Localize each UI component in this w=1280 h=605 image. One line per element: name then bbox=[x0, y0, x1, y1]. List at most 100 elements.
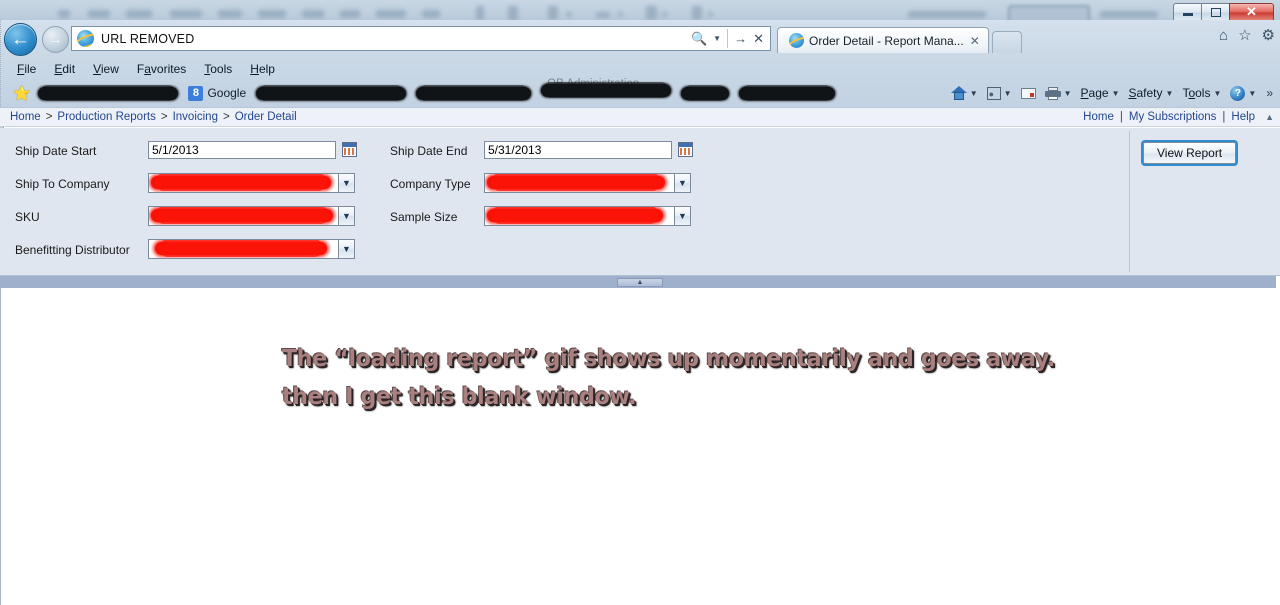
command-home[interactable]: ▼ bbox=[950, 86, 978, 100]
command-print[interactable]: ▼ bbox=[1044, 86, 1072, 100]
chevron-down-icon[interactable]: ▼ bbox=[1112, 89, 1120, 98]
favorites-item-google[interactable]: 8 Google bbox=[188, 85, 246, 101]
select-benefitting-distributor-field[interactable] bbox=[148, 239, 338, 259]
tools-gear-icon[interactable]: ⚙ bbox=[1262, 28, 1275, 43]
home-icon[interactable]: ⌂ bbox=[1219, 28, 1228, 43]
link-my-subscriptions[interactable]: My Subscriptions bbox=[1129, 111, 1217, 123]
add-favorites-icon[interactable]: ⭐ bbox=[13, 85, 30, 102]
menu-item-tools[interactable]: Tools bbox=[204, 62, 232, 76]
select-sample-size-field[interactable] bbox=[484, 206, 674, 226]
chevron-down-icon[interactable]: ▼ bbox=[674, 173, 691, 193]
menu-item-favorites[interactable]: Favorites bbox=[137, 62, 186, 76]
redaction-mark bbox=[151, 174, 331, 191]
forward-button[interactable]: → bbox=[42, 26, 69, 53]
select-benefitting-distributor[interactable]: ▼ bbox=[148, 239, 355, 259]
address-bar[interactable]: URL REMOVED 🔍 ▼ → ✕ bbox=[71, 26, 771, 51]
minimize-button[interactable] bbox=[1173, 2, 1201, 22]
breadcrumb-bar: Home > Production Reports > Invoicing > … bbox=[0, 107, 1280, 127]
calendar-icon-start[interactable] bbox=[342, 142, 357, 157]
link-separator: | bbox=[1222, 111, 1226, 123]
scroll-up-icon[interactable]: ▲ bbox=[1265, 112, 1274, 122]
tab-strip: Order Detail - Report Mana... ✕ bbox=[777, 25, 1022, 53]
chevron-down-icon[interactable]: ▼ bbox=[674, 206, 691, 226]
favorites-star-icon[interactable]: ☆ bbox=[1238, 28, 1251, 43]
chevron-down-icon[interactable]: ▼ bbox=[1213, 89, 1221, 98]
command-page[interactable]: Page ▼ bbox=[1081, 86, 1120, 100]
select-ship-to-company[interactable]: ▼ bbox=[148, 173, 355, 193]
command-tools-label: Tools bbox=[1182, 86, 1211, 100]
link-home[interactable]: Home bbox=[1083, 111, 1114, 123]
chevron-down-icon[interactable]: ▼ bbox=[1166, 89, 1174, 98]
menu-item-view[interactable]: View bbox=[93, 62, 119, 76]
stop-icon[interactable]: ✕ bbox=[751, 32, 766, 45]
help-icon: ? bbox=[1230, 85, 1246, 101]
chevron-down-icon[interactable]: ▼ bbox=[1004, 89, 1012, 98]
tab-favicon-icon bbox=[789, 33, 804, 48]
select-sample-size[interactable]: ▼ bbox=[484, 206, 691, 226]
screenshot-root: ✕ ← → URL REMOVED 🔍 ▼ → ✕ Order Detail -… bbox=[0, 0, 1280, 605]
select-ship-to-company-field[interactable] bbox=[148, 173, 338, 193]
address-bar-icons: 🔍 ▼ → ✕ bbox=[689, 29, 770, 48]
panel-collapse-bar: ▲ bbox=[0, 276, 1276, 288]
select-sku-field[interactable] bbox=[148, 206, 338, 226]
chevron-down-icon[interactable]: ▼ bbox=[1248, 89, 1256, 98]
favorites-item-redacted[interactable] bbox=[681, 84, 730, 101]
search-dropdown-icon[interactable]: ▼ bbox=[711, 34, 723, 43]
view-report-button[interactable]: View Report bbox=[1140, 140, 1239, 166]
chevron-down-icon[interactable]: ▼ bbox=[970, 89, 978, 98]
breadcrumb-separator: > bbox=[45, 111, 53, 123]
favorites-item-redacted[interactable] bbox=[256, 84, 407, 101]
link-help[interactable]: Help bbox=[1231, 111, 1255, 123]
window-controls[interactable]: ✕ bbox=[1173, 2, 1274, 22]
breadcrumb-production-reports[interactable]: Production Reports bbox=[57, 111, 155, 123]
redaction-mark bbox=[487, 207, 663, 224]
link-separator: | bbox=[1119, 111, 1123, 123]
chevron-down-icon[interactable]: ▼ bbox=[338, 206, 355, 226]
breadcrumb-order-detail: Order Detail bbox=[234, 111, 297, 123]
menu-item-file[interactable]: File bbox=[17, 62, 36, 76]
command-safety[interactable]: Safety ▼ bbox=[1128, 86, 1173, 100]
input-ship-date-end[interactable]: 5/31/2013 bbox=[484, 141, 672, 159]
collapse-parameters-handle[interactable]: ▲ bbox=[617, 277, 663, 287]
close-button[interactable]: ✕ bbox=[1229, 2, 1274, 22]
browser-chrome: ← → URL REMOVED 🔍 ▼ → ✕ Order Detail - R… bbox=[0, 20, 1280, 107]
printer-icon bbox=[1044, 86, 1061, 100]
report-content-area bbox=[0, 288, 1280, 605]
select-sku[interactable]: ▼ bbox=[148, 206, 355, 226]
command-read-mail[interactable] bbox=[1020, 87, 1036, 99]
label-benefitting-distributor: Benefitting Distributor bbox=[15, 243, 130, 257]
back-button[interactable]: ← bbox=[4, 23, 37, 56]
select-company-type[interactable]: ▼ bbox=[484, 173, 691, 193]
internet-explorer-icon bbox=[77, 30, 94, 47]
go-icon[interactable]: → bbox=[732, 32, 749, 45]
favorites-item-redacted[interactable] bbox=[38, 84, 179, 101]
chevron-down-icon[interactable]: ▼ bbox=[338, 173, 355, 193]
command-feeds[interactable]: ● ▼ bbox=[986, 86, 1012, 100]
tab-order-detail[interactable]: Order Detail - Report Mana... ✕ bbox=[777, 27, 989, 53]
search-icon[interactable]: 🔍 bbox=[689, 32, 709, 45]
chevron-down-icon[interactable]: ▼ bbox=[338, 239, 355, 259]
menu-item-edit[interactable]: Edit bbox=[54, 62, 75, 76]
favorites-item-ob-administration[interactable]: OB Administration bbox=[541, 78, 672, 102]
breadcrumb-invoicing[interactable]: Invoicing bbox=[173, 111, 218, 123]
annotation-line-2: then I get this blank window. bbox=[282, 384, 637, 410]
toolbar-overflow-icon[interactable]: » bbox=[1266, 86, 1273, 100]
rss-icon: ● bbox=[986, 86, 1001, 100]
favorites-item-redacted[interactable] bbox=[739, 84, 836, 101]
address-input[interactable]: URL REMOVED bbox=[101, 32, 194, 46]
command-tools[interactable]: Tools ▼ bbox=[1182, 86, 1221, 100]
new-tab-button[interactable] bbox=[991, 31, 1022, 53]
command-help[interactable]: ? ▼ bbox=[1230, 85, 1256, 101]
label-sample-size: Sample Size bbox=[390, 210, 458, 224]
input-ship-date-start[interactable]: 5/1/2013 bbox=[148, 141, 336, 159]
favorites-item-redacted[interactable] bbox=[416, 84, 532, 101]
report-parameters-panel: Ship Date Start 5/1/2013 Ship Date End 5… bbox=[0, 128, 1280, 276]
select-company-type-field[interactable] bbox=[484, 173, 674, 193]
breadcrumb-home[interactable]: Home bbox=[10, 111, 41, 123]
calendar-icon-end[interactable] bbox=[678, 142, 693, 157]
chevron-down-icon[interactable]: ▼ bbox=[1064, 89, 1072, 98]
maximize-button[interactable] bbox=[1201, 2, 1229, 22]
tab-close-icon[interactable]: ✕ bbox=[969, 34, 981, 48]
close-icon: ✕ bbox=[1246, 4, 1257, 19]
menu-item-help[interactable]: Help bbox=[250, 62, 275, 76]
